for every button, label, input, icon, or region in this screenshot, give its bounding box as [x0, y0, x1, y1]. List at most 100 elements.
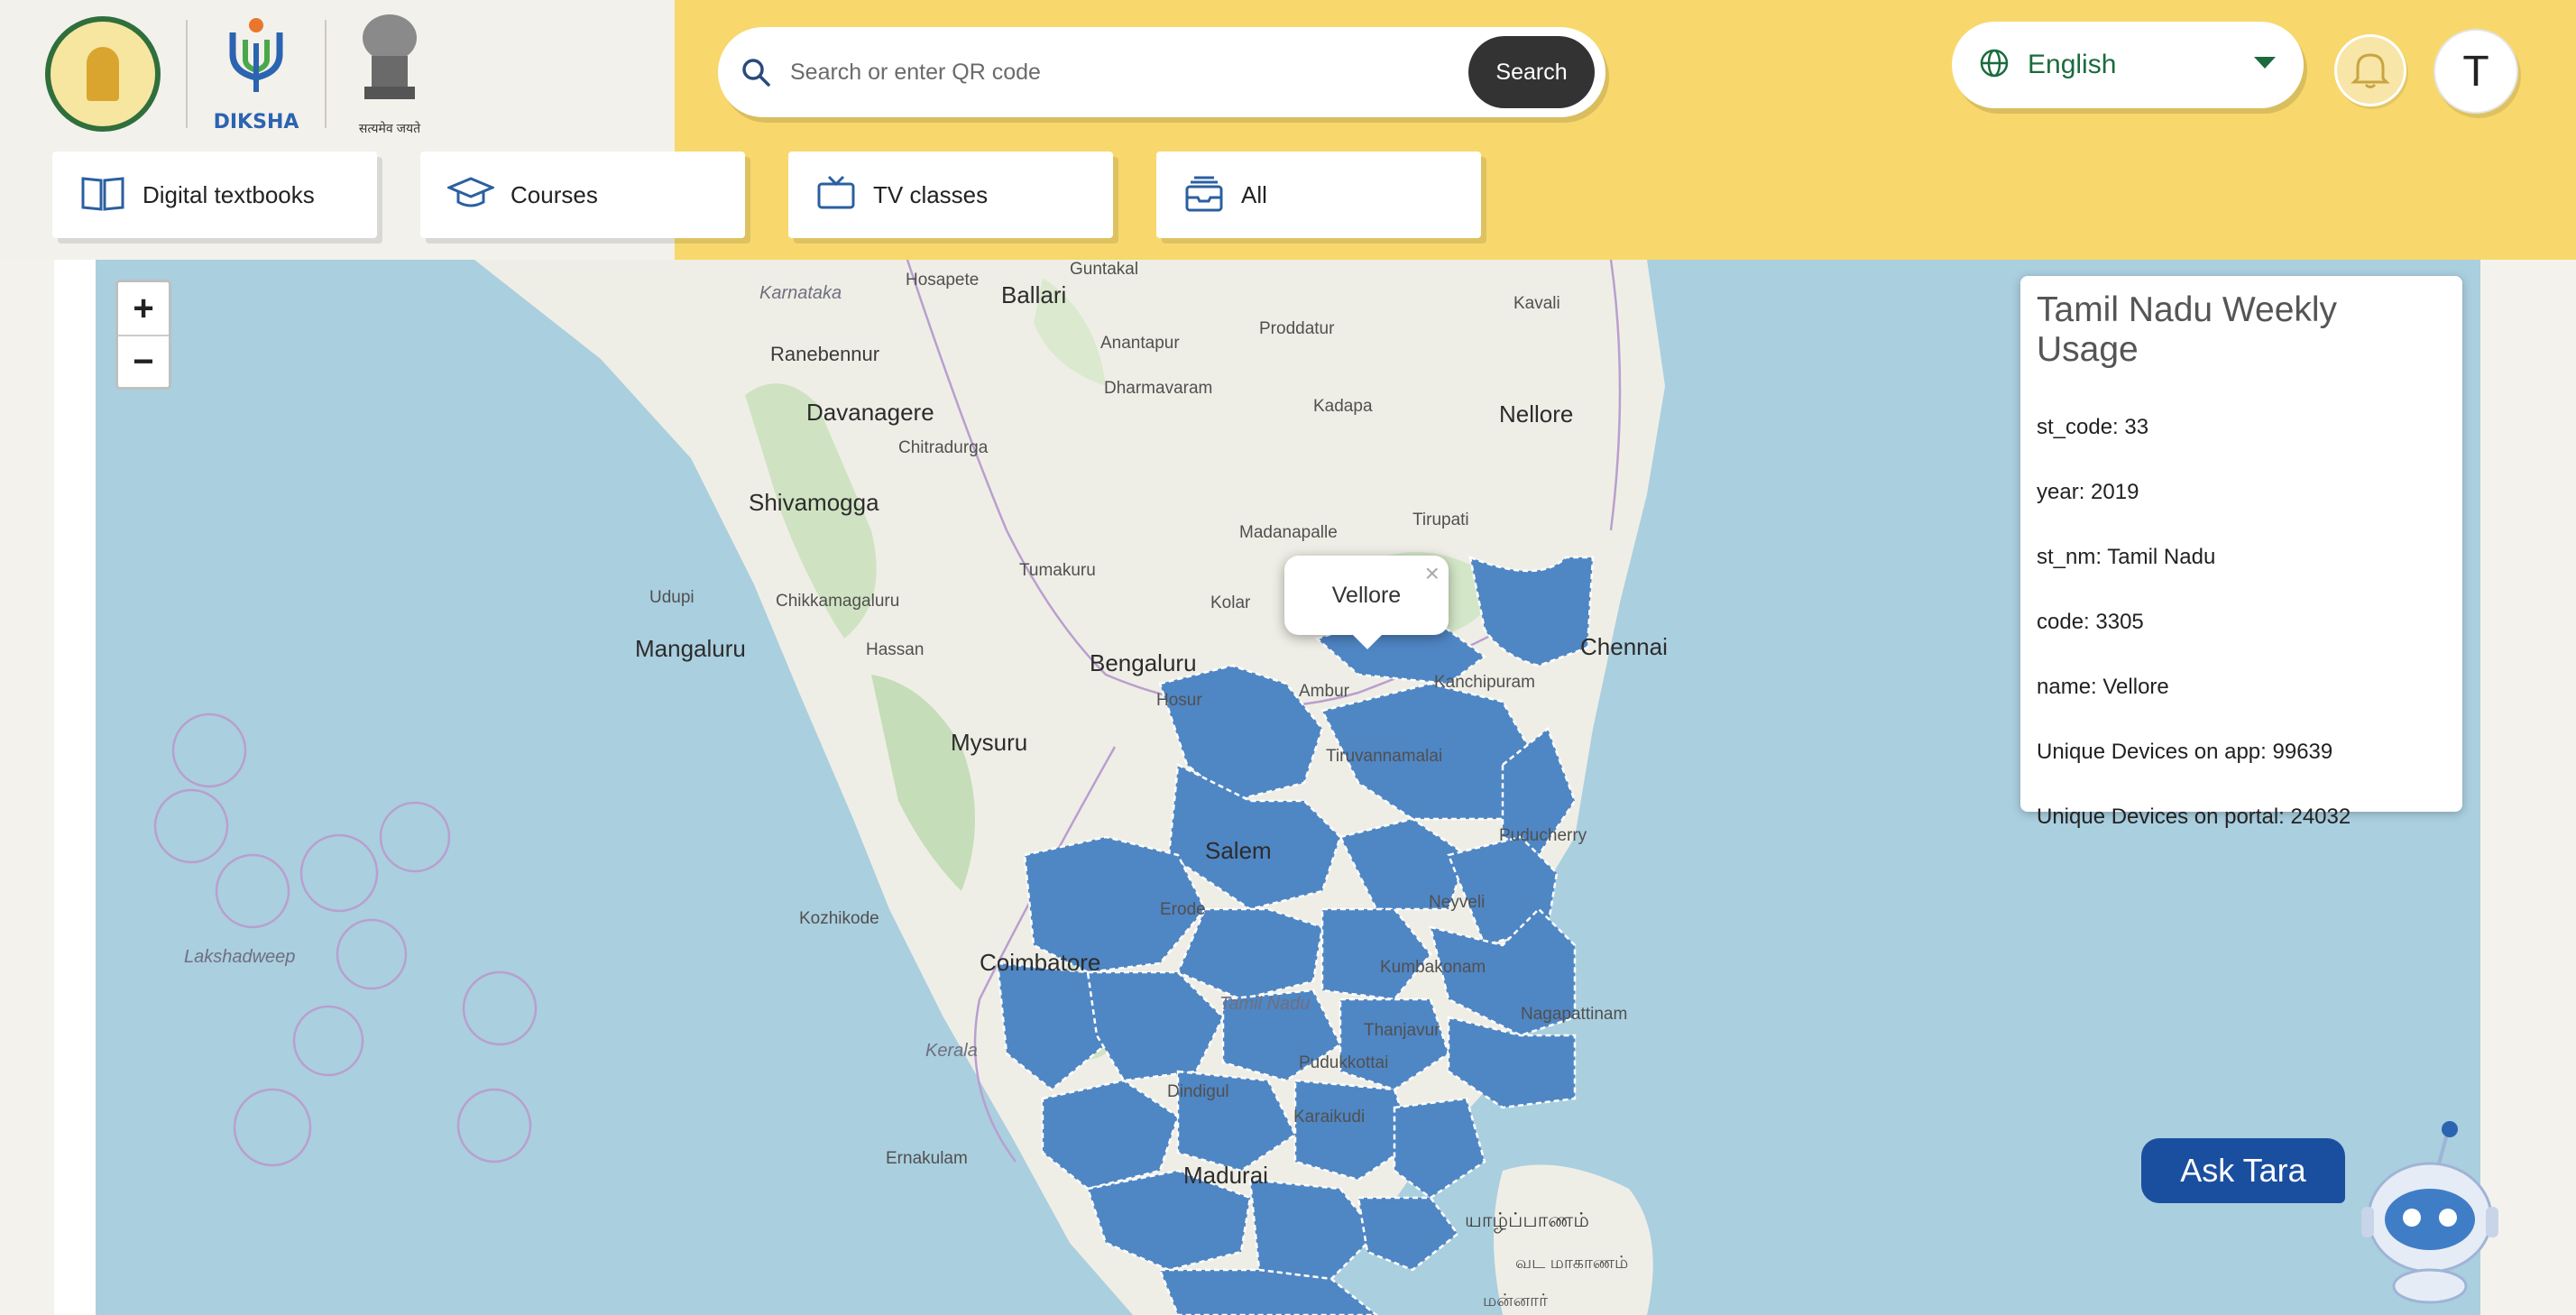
map-label: Coimbatore [980, 949, 1101, 976]
zoom-control: + − [115, 280, 171, 390]
map-label: Davanagere [806, 399, 934, 426]
map-label: Mysuru [951, 729, 1028, 756]
emblem-icon [363, 14, 417, 99]
user-avatar[interactable]: T [2433, 29, 2518, 114]
notifications-button[interactable] [2334, 34, 2406, 106]
map-label: வட மாகாணம் [1515, 1254, 1629, 1273]
map-label: Tamil Nadu [1219, 994, 1311, 1014]
map-label: Ranebennur [770, 343, 880, 365]
map-label: Chitradurga [898, 438, 989, 457]
graduation-cap-icon [446, 173, 496, 217]
district-polygon [1158, 1268, 1379, 1315]
tab-digital-textbooks[interactable]: Digital textbooks [52, 152, 377, 238]
map-label: Tiruvannamalai [1326, 747, 1443, 766]
map-label: யாழ்ப்பாணம் [1465, 1209, 1589, 1231]
search-bar: Search [718, 27, 1605, 117]
map-label: Ballari [1001, 281, 1067, 308]
map-label: Madanapalle [1239, 523, 1338, 542]
info-row: Unique Devices on portal: 24032 [2037, 805, 2351, 829]
map-label: Proddatur [1259, 319, 1335, 338]
map-label: Bengaluru [1090, 649, 1197, 676]
search-icon [738, 54, 774, 90]
tab-label: All [1241, 180, 1267, 208]
national-emblem: सत्यमेव जयते [352, 11, 428, 137]
map-label: Erode [1160, 900, 1206, 919]
map-label: Hassan [866, 640, 925, 659]
zoom-out-button[interactable]: − [118, 335, 169, 387]
info-row: name: Vellore [2037, 675, 2169, 699]
map-label: Salem [1205, 837, 1272, 864]
tab-label: TV classes [873, 180, 989, 208]
district-popup: Vellore × [1284, 556, 1449, 649]
tab-label: Courses [511, 180, 598, 208]
diksha-logo[interactable]: DIKSHA [213, 14, 299, 133]
tara-robot-icon[interactable] [2349, 1118, 2511, 1308]
logos: DIKSHA सत्यमेव जयते [45, 13, 428, 135]
globe-icon [1979, 48, 2010, 83]
map-label: Hosur [1156, 691, 1202, 710]
map-label: Anantapur [1100, 334, 1180, 353]
diksha-icon [229, 18, 283, 92]
emblem-label: सत्यमेव जयते [358, 121, 421, 135]
map-label: Mangaluru [635, 635, 746, 662]
ask-tara-button[interactable]: Ask Tara [2141, 1138, 2345, 1203]
close-icon[interactable]: × [1425, 559, 1440, 588]
popup-text: Vellore [1331, 582, 1402, 608]
info-row: Unique Devices on app: 99639 [2037, 740, 2333, 764]
map-label: Ambur [1299, 682, 1349, 701]
map-label: Ernakulam [886, 1149, 968, 1168]
map-label: Kerala [925, 1041, 978, 1061]
map-label: Neyveli [1429, 893, 1486, 912]
map-label: Guntakal [1070, 260, 1139, 279]
info-row: st_nm: Tamil Nadu [2037, 545, 2216, 569]
map-label: Karaikudi [1293, 1108, 1366, 1126]
district-polygon [1393, 1097, 1486, 1200]
tv-icon [815, 173, 857, 217]
map-label: Kumbakonam [1380, 958, 1486, 977]
map-label: Tumakuru [1019, 561, 1096, 580]
chevron-down-icon [2253, 56, 2277, 75]
map-label: Nellore [1499, 400, 1574, 428]
map-label: Shivamogga [749, 489, 879, 516]
district-polygon [1357, 1196, 1459, 1272]
map-label: மன்னார் [1483, 1292, 1548, 1310]
map-label: Thanjavur [1364, 1021, 1440, 1040]
info-row: year: 2019 [2037, 480, 2139, 504]
bell-icon [2351, 48, 2390, 94]
map-label: Tirupati [1412, 510, 1469, 529]
map-label: Chikkamagaluru [776, 592, 900, 611]
inbox-icon [1183, 172, 1225, 218]
tab-all[interactable]: All [1156, 152, 1481, 238]
tab-courses[interactable]: Courses [420, 152, 745, 238]
map-label: Kolar [1210, 593, 1251, 612]
map-label: Kozhikode [799, 909, 879, 928]
map-label: Kavali [1513, 294, 1560, 313]
map-label: Puducherry [1499, 826, 1587, 845]
info-panel-title: Tamil Nadu Weekly Usage [2037, 290, 2338, 369]
info-row: code: 3305 [2037, 610, 2144, 634]
lakshadweep-atolls [153, 713, 538, 1167]
tamil-nadu-govt-logo [45, 16, 161, 132]
search-button[interactable]: Search [1468, 36, 1595, 108]
map-label: Lakshadweep [184, 947, 296, 967]
map-label: Dharmavaram [1104, 379, 1213, 398]
map-label: Kadapa [1313, 397, 1373, 416]
language-label: English [2028, 50, 2117, 79]
info-row: st_code: 33 [2037, 415, 2149, 439]
map-label: Kanchipuram [1434, 673, 1535, 692]
tab-tv-classes[interactable]: TV classes [788, 152, 1113, 238]
map-label: Karnataka [759, 283, 842, 303]
search-input[interactable] [790, 59, 1468, 86]
map-label: Madurai [1183, 1162, 1268, 1189]
logo-divider [325, 20, 327, 128]
language-select[interactable]: English [1952, 22, 2304, 108]
map-label: Nagapattinam [1521, 1005, 1628, 1024]
tab-label: Digital textbooks [143, 180, 315, 208]
zoom-in-button[interactable]: + [118, 282, 169, 335]
map-label: Hosapete [906, 271, 980, 290]
info-panel: Tamil Nadu Weekly Usage st_code: 33 year… [2020, 276, 2462, 829]
map-label: Dindigul [1167, 1082, 1229, 1101]
map-label: Chennai [1580, 633, 1668, 660]
book-icon [79, 173, 126, 217]
diksha-label: DIKSHA [213, 111, 299, 133]
